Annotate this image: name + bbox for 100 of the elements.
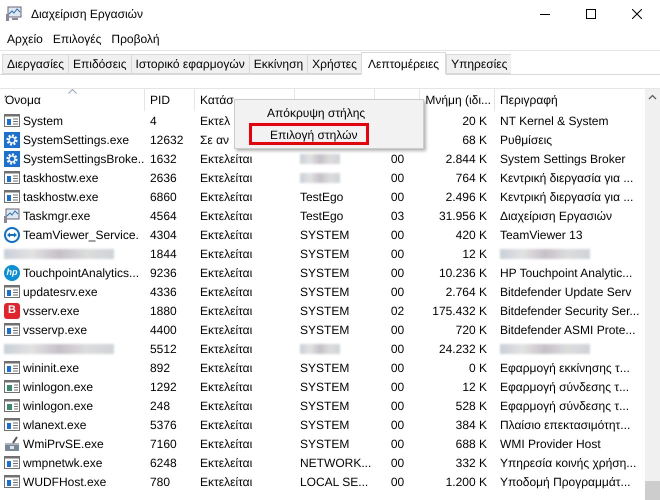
table-cell-text: 6860 xyxy=(150,188,177,206)
table-cell-text: HP Touchpoint Analytic... xyxy=(500,264,632,282)
table-cell-text: 4400 xyxy=(150,322,177,338)
table-cell-text: SYSTEM xyxy=(300,378,350,396)
table-cell-text: 00 xyxy=(390,340,404,358)
table-cell-text: System xyxy=(23,112,64,130)
table-cell-text: Κεντρική διεργασία για ... xyxy=(500,170,634,186)
table-cell-text: 1.200 K xyxy=(446,474,487,490)
column-header[interactable]: PID xyxy=(145,89,195,111)
scrollbar-thumb[interactable] xyxy=(645,481,660,500)
window-icon xyxy=(4,188,20,204)
table-cell-text: 12 K xyxy=(462,378,487,396)
table-cell-text: Bitdefender ASMI Prote... xyxy=(500,322,636,338)
table-cell-text: Bitdefender Security Ser... xyxy=(500,302,640,320)
table-cell-text: 00 xyxy=(390,398,404,414)
table-cell-text: Εκτελείται xyxy=(200,322,252,338)
table-cell-text: Εκτελείται xyxy=(200,208,252,224)
tab[interactable]: Υπηρεσίες xyxy=(446,54,512,74)
table-cell-text: 764 K xyxy=(456,170,487,186)
table-cell-text: 00 xyxy=(390,150,404,168)
table-cell-text: 12 K xyxy=(462,246,487,262)
table-cell-text: Εκτελείται xyxy=(200,150,252,168)
table-cell-text: Εκτελείται xyxy=(200,170,252,186)
table-cell-text: 2.844 K xyxy=(446,150,487,168)
table-cell-text: 688 K xyxy=(456,436,487,452)
tab[interactable]: Ιστορικό εφαρμογών xyxy=(130,54,249,74)
table-cell-text: 7160 xyxy=(150,436,177,452)
tab[interactable]: Χρήστες xyxy=(307,54,361,74)
table-cell-text: vsservp.exe xyxy=(23,322,88,338)
tab[interactable]: Εκκίνηση xyxy=(248,54,308,74)
table-cell-text: 4 xyxy=(150,112,157,130)
table-cell-text: 03 xyxy=(390,208,404,224)
menu-item[interactable]: Επιλογές xyxy=(48,29,106,49)
table-cell-text: winlogon.exe xyxy=(23,378,94,396)
table-cell-text: vsserv.exe xyxy=(23,302,80,320)
table-cell-text: wmpnetwk.exe xyxy=(23,454,102,472)
table-cell-text: 00 xyxy=(390,474,404,490)
tab[interactable]: Λεπτομέρειες xyxy=(360,52,446,75)
window-icon xyxy=(4,170,20,186)
table-cell-text: Εκτελείται xyxy=(200,360,252,376)
table-cell-text: SYSTEM xyxy=(300,246,350,262)
logo-icon: B xyxy=(4,302,20,318)
table-cell-text: SYSTEM xyxy=(300,264,350,282)
table-cell-text: Εκτελείται xyxy=(200,416,252,434)
table-cell-text: WUDFHost.exe xyxy=(23,474,106,490)
table-cell-text: 00 xyxy=(390,246,404,262)
table-cell-text: 68 K xyxy=(462,132,487,148)
table-cell-text: 12632 xyxy=(150,132,184,148)
table-cell-text: 00 xyxy=(390,378,404,396)
table-cell-text: 5376 xyxy=(150,416,177,434)
table-cell-text: TestEgo xyxy=(300,208,344,224)
menu-item[interactable]: Προβολή xyxy=(106,29,165,49)
table-cell-text: Υπηρεσία κοινής χρήση... xyxy=(500,454,636,472)
table-cell-text: 332 K xyxy=(456,454,487,472)
table-cell-text: NT Kernel & System xyxy=(500,112,608,130)
toolbox-icon xyxy=(4,436,20,452)
table-cell-text: 00 xyxy=(390,360,404,376)
table-cell-text: 384 K xyxy=(456,416,487,434)
maximize-icon xyxy=(586,9,596,19)
table-cell-text: 528 K xyxy=(456,398,487,414)
scrollbar[interactable] xyxy=(645,89,660,500)
window-icon xyxy=(4,112,20,128)
window-icon xyxy=(4,416,20,432)
table-cell-text: 31.956 K xyxy=(438,208,487,224)
table-cell-text: Εκτελείται xyxy=(200,454,252,472)
table-cell-text: Εφαρμογή σύνδεσης τ... xyxy=(500,398,630,414)
table-cell-text: 24.232 K xyxy=(438,340,487,358)
window-icon xyxy=(4,474,20,490)
table-cell-text: SYSTEM xyxy=(300,322,350,338)
table-cell-text: Εφαρμογή σύνδεσης τ... xyxy=(500,378,630,396)
table-cell-text: SystemSettings.exe xyxy=(23,132,130,148)
table-cell-text: Εκτελ xyxy=(200,112,230,130)
table-cell-text: Εκτελείται xyxy=(200,226,252,244)
table-cell-text: wlanext.exe xyxy=(23,416,86,434)
column-header[interactable]: Περιγραφή xyxy=(495,89,645,111)
tab[interactable]: Διεργασίες xyxy=(2,54,68,74)
column-header[interactable]: Όνομα xyxy=(0,89,145,111)
window-icon xyxy=(4,454,20,470)
table-cell-text: Πλαίσιο επεκτασιμότητ... xyxy=(500,416,630,434)
menu-item[interactable]: Απόκρυψη στήλης xyxy=(235,103,423,123)
table-cell-text: 00 xyxy=(390,264,404,282)
table-cell-text: Taskmgr.exe xyxy=(23,208,90,224)
table-cell-text: 780 xyxy=(150,474,170,490)
close-icon xyxy=(632,9,642,19)
table-cell-text: System Settings Broker xyxy=(500,150,626,168)
table-cell-text: SYSTEM xyxy=(300,360,350,376)
tab[interactable]: Επιδόσεις xyxy=(68,54,131,74)
table-cell-text: 10.236 K xyxy=(438,264,487,282)
table-cell-text: 00 xyxy=(390,436,404,452)
table-cell-text: 4564 xyxy=(150,208,177,224)
table-cell-text: Εκτελείται xyxy=(200,436,252,452)
table-cell-text: Εκτελείται xyxy=(200,398,252,414)
table-cell-text: taskhostw.exe xyxy=(23,188,98,206)
menu-item[interactable]: Αρχείο xyxy=(2,29,48,49)
table-cell-text: Εκτελείται xyxy=(200,188,252,206)
table-cell-text: Εκτελείται xyxy=(200,264,252,282)
table-cell-text: 00 xyxy=(390,284,404,300)
monitor-chart-icon xyxy=(4,208,20,224)
table-cell-text: Υποδομή Προγραμμάτ... xyxy=(500,474,630,490)
menu-item[interactable]: Επιλογή στηλών xyxy=(249,123,369,145)
